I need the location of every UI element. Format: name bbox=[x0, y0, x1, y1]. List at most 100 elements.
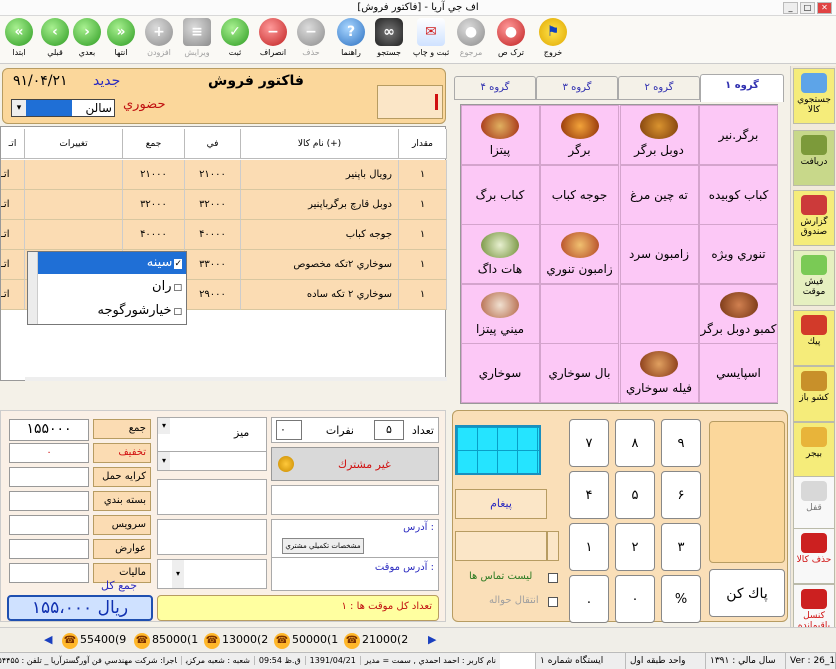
minimize-icon[interactable]: _ bbox=[783, 2, 798, 14]
sidebar-button[interactable]: فيش موقت bbox=[793, 250, 835, 306]
sidebar-button[interactable]: حذف كالا bbox=[793, 528, 835, 584]
cancel-button[interactable]: − انصراف bbox=[254, 16, 292, 62]
first-button[interactable]: « ابتدا bbox=[0, 16, 38, 62]
keypad-key[interactable]: . bbox=[569, 575, 609, 623]
message-button[interactable]: پيغام bbox=[455, 489, 547, 519]
open-order-tab[interactable]: ☎ 50000(1 bbox=[274, 630, 342, 650]
keypad-key[interactable]: ۶ bbox=[661, 471, 701, 519]
menu-item-button[interactable]: فيله سوخاري bbox=[619, 343, 699, 404]
save-print-button[interactable]: ✉ ثبت و چاپ bbox=[412, 16, 450, 62]
keypad-key[interactable]: % bbox=[661, 575, 701, 623]
modifier-dropdown[interactable]: سينه ✓ ران □ خيارشورگوجه □ bbox=[27, 251, 187, 325]
menu-item-button[interactable]: دوبل برگر bbox=[619, 105, 699, 165]
menu-item-button[interactable]: زامبون سرد bbox=[619, 224, 699, 285]
customer-type-select[interactable]: ▾ bbox=[157, 451, 267, 471]
edit-button[interactable]: ≡ ويرايش bbox=[178, 16, 216, 62]
checkbox-icon[interactable]: □ bbox=[173, 307, 182, 317]
customer-spec-button[interactable]: مشخصات تكميلي مشتري bbox=[282, 538, 364, 554]
menu-item-button[interactable]: ميني پيتزا bbox=[460, 283, 540, 344]
sidebar-button[interactable]: قفل bbox=[793, 476, 835, 532]
keypad-key[interactable]: ۸ bbox=[615, 419, 655, 467]
keypad-key[interactable]: ۱ bbox=[569, 523, 609, 571]
keypad-key[interactable]: ۹ bbox=[661, 419, 701, 467]
sidebar-button[interactable]: جستجوي كالا bbox=[793, 68, 835, 124]
leave-page-button[interactable]: ● ترک ص bbox=[492, 16, 530, 62]
keypad-key[interactable]: ۷ bbox=[569, 419, 609, 467]
open-order-tab[interactable]: ☎ 85000(1 bbox=[134, 630, 202, 650]
previous-button[interactable]: ‹ قبلي bbox=[36, 16, 74, 62]
tab-group-1[interactable]: گروه ۱ bbox=[700, 74, 784, 102]
keypad-key[interactable]: ۲ bbox=[615, 523, 655, 571]
menu-item-button[interactable]: تنوري ويژه bbox=[699, 224, 778, 285]
close-icon[interactable]: ✕ bbox=[817, 2, 832, 14]
menu-item-button[interactable]: ته چين مرغ bbox=[619, 164, 699, 225]
menu-item-button[interactable]: كباب برگ bbox=[460, 164, 540, 225]
clear-button[interactable]: پاك كن bbox=[709, 569, 785, 617]
list-item[interactable]: ران □ bbox=[38, 276, 186, 298]
checkbox-icon[interactable]: ✓ bbox=[174, 259, 182, 269]
discount-value[interactable]: ۰ bbox=[9, 443, 89, 463]
keypad-key[interactable]: ۴ bbox=[569, 471, 609, 519]
search-button[interactable]: ∞ جستجو bbox=[370, 16, 408, 62]
menu-item-button[interactable]: برگر bbox=[540, 105, 619, 165]
tax-field[interactable] bbox=[9, 563, 89, 583]
temp-order-select[interactable]: ▾ bbox=[157, 559, 267, 589]
open-order-tab[interactable]: ☎ 21000(2 bbox=[344, 630, 412, 650]
open-order-tab[interactable]: ☎ 55400(9 bbox=[62, 630, 130, 650]
menu-item-button[interactable]: بال سوخاري bbox=[540, 343, 619, 404]
list-item[interactable]: خيارشورگوجه □ bbox=[38, 300, 186, 322]
list-item[interactable]: سينه ✓ bbox=[38, 252, 186, 274]
customer-button[interactable]: غير مشترك bbox=[271, 447, 439, 481]
customer-extra-box[interactable] bbox=[271, 485, 439, 515]
packing-field[interactable] bbox=[9, 491, 89, 511]
save-button[interactable]: ✓ ثبت bbox=[216, 16, 254, 62]
last-button[interactable]: » انتها bbox=[102, 16, 140, 62]
contact-list-checkbox[interactable] bbox=[548, 573, 558, 583]
transfer-checkbox[interactable] bbox=[548, 597, 558, 607]
checkbox-icon[interactable]: □ bbox=[173, 283, 182, 293]
invoice-number-box[interactable] bbox=[377, 85, 443, 119]
tab-group-2[interactable]: گروه ۲ bbox=[618, 76, 700, 100]
keypad-key[interactable]: ۵ bbox=[615, 471, 655, 519]
table-box[interactable]: ▾ ميز bbox=[157, 417, 267, 453]
menu-item-button[interactable]: زامبون تنوري bbox=[540, 224, 619, 285]
sidebar-button[interactable]: پيك bbox=[793, 310, 835, 366]
scroll-left-icon[interactable]: ◀ bbox=[44, 630, 52, 650]
menu-item-button[interactable]: جوجه كباب bbox=[540, 164, 619, 225]
keypad-key[interactable]: ۰ bbox=[615, 575, 655, 623]
sidebar-button[interactable]: گزارش صندوق bbox=[793, 190, 835, 246]
delete-button[interactable]: − حذف bbox=[292, 16, 330, 62]
message-side-field[interactable] bbox=[547, 531, 559, 561]
persons-value[interactable]: ۰ bbox=[276, 420, 302, 440]
exit-button[interactable]: ⚑ خروج bbox=[534, 16, 572, 62]
menu-item-button[interactable]: هات داگ bbox=[460, 224, 540, 285]
message-field[interactable] bbox=[455, 531, 547, 561]
menu-item-button[interactable]: سوخاري bbox=[460, 343, 540, 404]
sidebar-button[interactable]: كشو باز bbox=[793, 366, 835, 422]
service-field[interactable] bbox=[9, 515, 89, 535]
menu-item-button[interactable]: پيتزا bbox=[460, 105, 540, 165]
tolls-field[interactable] bbox=[9, 539, 89, 559]
sidebar-button[interactable]: بيجر bbox=[793, 422, 835, 478]
customer-name-box[interactable] bbox=[157, 479, 267, 515]
horizontal-scrollbar[interactable] bbox=[25, 377, 447, 381]
tab-group-3[interactable]: گروه ۳ bbox=[536, 76, 618, 100]
fare-field[interactable] bbox=[9, 467, 89, 487]
add-button[interactable]: + افزودن bbox=[140, 16, 178, 62]
color-code-grid[interactable] bbox=[455, 425, 541, 475]
temp-address-box[interactable]: آدرس موقت : bbox=[271, 557, 439, 591]
help-button[interactable]: ? راهنما bbox=[332, 16, 370, 62]
menu-item-button[interactable]: كباب كوبيده bbox=[699, 164, 778, 225]
count-value[interactable]: ۵ bbox=[374, 420, 404, 440]
maximize-icon[interactable]: □ bbox=[800, 2, 815, 14]
menu-item-button[interactable]: كمبو دوبل برگر bbox=[699, 283, 778, 344]
tab-group-4[interactable]: گروه ۴ bbox=[454, 76, 536, 100]
dropdown-scrollbar[interactable] bbox=[28, 252, 38, 324]
customer-phone-box[interactable] bbox=[157, 519, 267, 555]
open-order-tab[interactable]: ☎ 13000(2 bbox=[204, 630, 272, 650]
menu-item-button[interactable]: برگر.نير bbox=[699, 105, 778, 165]
scroll-right-icon[interactable]: ▶ bbox=[428, 630, 436, 650]
menu-item-button[interactable]: اسپايسي bbox=[699, 343, 778, 404]
hall-select[interactable]: ▾ سالن bbox=[11, 99, 115, 117]
keypad-key[interactable]: ۳ bbox=[661, 523, 701, 571]
